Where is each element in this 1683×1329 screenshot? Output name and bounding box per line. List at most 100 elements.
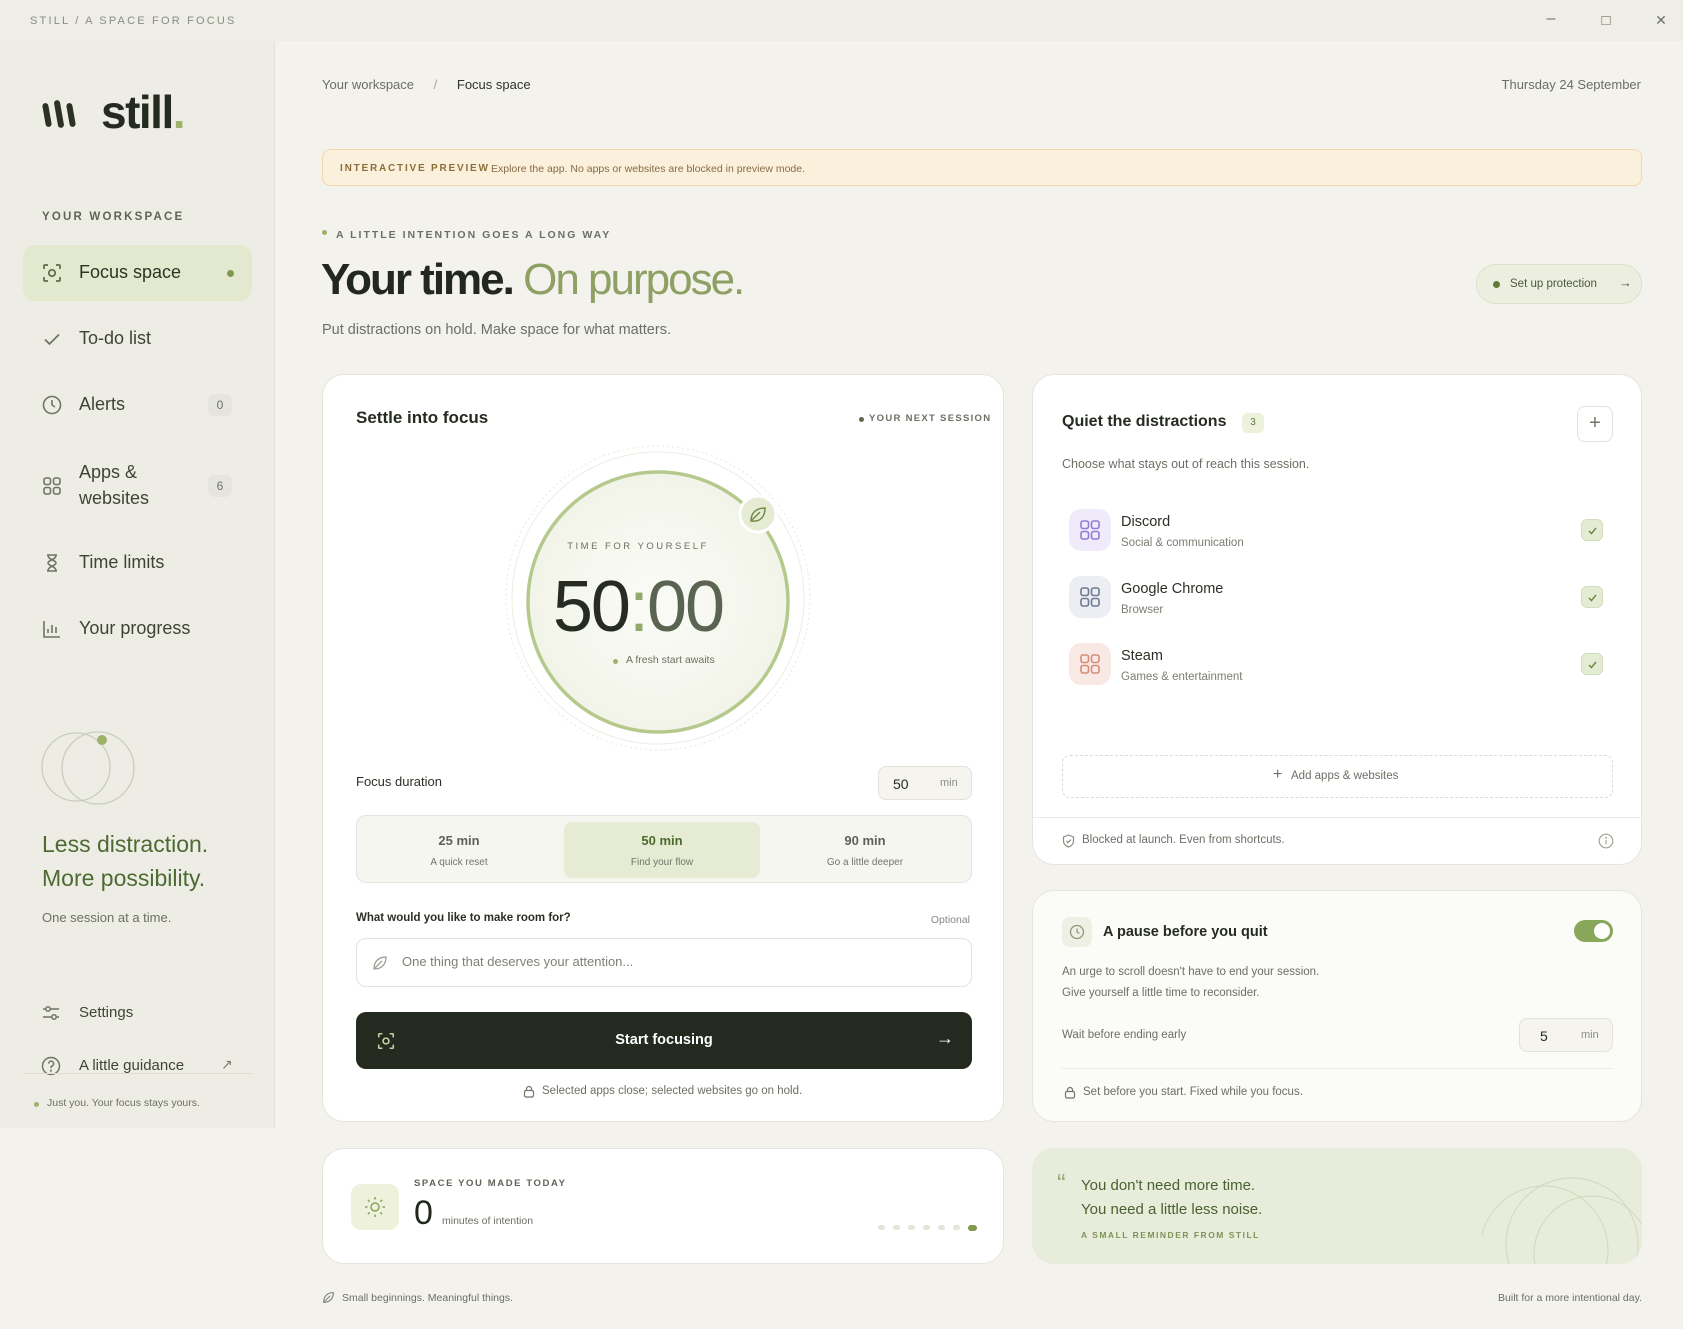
hero-title: Your time. On purpose. <box>321 255 745 305</box>
today-value: 0 <box>414 1194 433 1232</box>
banner-text: Explore the app. No apps or websites are… <box>491 163 806 175</box>
start-focusing-label: Start focusing <box>615 1032 713 1048</box>
active-dot <box>227 270 234 277</box>
clock-icon <box>1069 924 1085 940</box>
guidance-label: A little guidance <box>79 1057 185 1074</box>
duration-input[interactable]: 50 min <box>878 766 972 800</box>
distractions-count-badge: 3 <box>1242 413 1264 433</box>
breadcrumb-current: Focus space <box>456 77 531 92</box>
chart-icon <box>43 621 60 638</box>
timer-display: 50:00 <box>493 565 783 649</box>
promo-line-1: Less distraction. <box>42 831 209 857</box>
status-dot <box>34 1102 39 1107</box>
duration-presets: 25 min A quick reset 50 min Find your fl… <box>356 815 972 883</box>
brand-logo <box>42 97 82 131</box>
wait-unit: min <box>1581 1029 1599 1041</box>
week-dot <box>923 1225 930 1230</box>
sidebar-item-progress[interactable]: Your progress <box>23 601 252 657</box>
preset-90-min[interactable]: 90 min Go a little deeper <box>767 822 963 878</box>
check-icon <box>44 333 60 346</box>
sidebar-item-focus-space[interactable]: Focus space <box>23 245 252 301</box>
circles-decoration-icon <box>1482 1177 1642 1264</box>
window-titlebar: STILL / A SPACE FOR FOCUS – □ ✕ <box>0 0 1683 41</box>
chrome-app-icon <box>1069 576 1111 618</box>
footer-right: Built for a more intentional day. <box>1498 1292 1642 1304</box>
wait-input[interactable]: 5 min <box>1519 1018 1613 1052</box>
settings-link[interactable]: Settings <box>23 993 252 1033</box>
app-row-discord[interactable]: Discord Social & communication <box>1033 509 1643 569</box>
today-unit: minutes of intention <box>442 1215 534 1227</box>
sidebar-item-alerts[interactable]: Alerts 0 <box>23 377 252 433</box>
check-icon <box>1588 661 1597 669</box>
focus-card-title: Settle into focus <box>356 408 489 427</box>
maximize-button[interactable]: □ <box>1595 10 1617 32</box>
distractions-title: Quiet the distractions <box>1062 413 1227 430</box>
leaf-icon <box>373 956 387 970</box>
pause-card: A pause before you quit An urge to scrol… <box>1032 890 1642 1122</box>
start-focusing-button[interactable]: Start focusing → <box>356 1012 972 1069</box>
wait-value: 5 <box>1540 1028 1548 1044</box>
app-row-chrome[interactable]: Google Chrome Browser <box>1033 576 1643 636</box>
grid-icon <box>1080 587 1100 607</box>
sidebar: still. YOUR WORKSPACE Focus space To-do … <box>0 41 275 1128</box>
timer-minutes: 50 <box>552 567 631 647</box>
preset-25-min[interactable]: 25 min A quick reset <box>361 822 557 878</box>
preset-time: 90 min <box>844 833 886 848</box>
breadcrumb-root[interactable]: Your workspace <box>322 77 414 92</box>
window-title: STILL / A SPACE FOR FOCUS <box>30 15 237 27</box>
timer-seconds: 00 <box>647 567 725 647</box>
card-divider <box>1033 817 1643 818</box>
week-dot <box>953 1225 960 1230</box>
next-session-label: YOUR NEXT SESSION <box>869 413 992 424</box>
sidebar-divider <box>23 1073 252 1074</box>
sidebar-item-label: Focus space <box>79 262 182 282</box>
intention-label: What would you like to make room for? <box>356 912 571 924</box>
arrow-right-icon: → <box>936 1028 954 1048</box>
sidebar-item-label: Alerts <box>79 394 126 414</box>
circles-illustration-icon <box>41 731 135 805</box>
logo-bars-icon <box>42 100 76 128</box>
info-icon[interactable] <box>1598 833 1614 849</box>
grid-icon <box>43 477 61 495</box>
card-divider <box>1062 1068 1613 1069</box>
app-name: Google Chrome <box>1121 581 1224 597</box>
lock-icon <box>523 1085 535 1098</box>
hero-subtitle: Put distractions on hold. Make space for… <box>322 322 671 338</box>
banner-label: INTERACTIVE PREVIEW <box>340 163 490 174</box>
sidebar-promo: Less distraction. More possibility. <box>42 827 208 895</box>
app-checkbox[interactable] <box>1581 586 1603 608</box>
duration-label: Focus duration <box>356 774 442 789</box>
sidebar-footer: Just you. Your focus stays yours. <box>47 1097 200 1109</box>
app-row-steam[interactable]: Steam Games & entertainment <box>1033 643 1643 703</box>
week-dots <box>878 1225 988 1233</box>
sidebar-item-todo[interactable]: To-do list <box>23 311 252 367</box>
distractions-footer: Blocked at launch. Even from shortcuts. <box>1082 834 1285 846</box>
pause-toggle[interactable] <box>1574 920 1613 942</box>
sidebar-item-time-limits[interactable]: Time limits <box>23 535 252 591</box>
intention-field[interactable]: One thing that deserves your attention..… <box>356 938 972 987</box>
hero-title-dark: Your time. <box>321 255 515 304</box>
shield-icon <box>1062 834 1075 848</box>
quote-mark-icon: “ <box>1057 1168 1066 1198</box>
app-checkbox[interactable] <box>1581 519 1603 541</box>
add-distraction-button[interactable]: + <box>1577 406 1613 442</box>
leaf-icon <box>323 1292 334 1303</box>
hero-kicker: A LITTLE INTENTION GOES A LONG WAY <box>336 229 612 241</box>
app-checkbox[interactable] <box>1581 653 1603 675</box>
setup-protection-button[interactable]: Set up protection → <box>1476 264 1642 304</box>
minimize-button[interactable]: – <box>1540 8 1562 30</box>
preset-time: 25 min <box>438 833 480 848</box>
brand-name: still <box>101 86 174 138</box>
promo-line-2: More possibility. <box>42 865 206 891</box>
quote-line-2: You need a little less noise. <box>1081 1201 1263 1218</box>
quote-card: “ You don't need more time. You need a l… <box>1032 1148 1642 1264</box>
sidebar-item-apps-websites[interactable]: Apps & websites 6 <box>23 446 252 526</box>
pause-footer: Set before you start. Fixed while you fo… <box>1083 1086 1303 1098</box>
add-apps-button[interactable]: + Add apps & websites <box>1062 755 1613 798</box>
lock-icon <box>1064 1086 1076 1099</box>
header-date: Thursday 24 September <box>1501 77 1641 92</box>
week-dot <box>938 1225 945 1230</box>
preset-50-min[interactable]: 50 min Find your flow <box>564 822 760 878</box>
close-button[interactable]: ✕ <box>1650 9 1672 31</box>
guidance-link[interactable]: A little guidance ↗ <box>23 1046 252 1086</box>
